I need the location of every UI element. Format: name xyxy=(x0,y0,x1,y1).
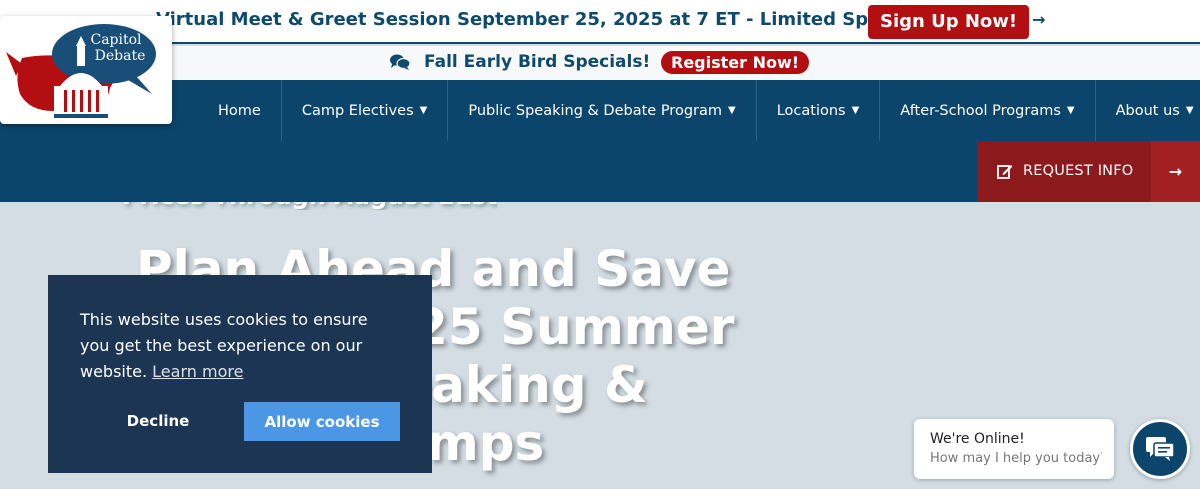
learn-more-link[interactable]: Learn more xyxy=(152,362,243,381)
nav-menu: Home Camp Electives ▼ Public Speaking & … xyxy=(198,80,1200,141)
main-navbar: Home Camp Electives ▼ Public Speaking & … xyxy=(0,80,1200,202)
logo-text-line1: Capitol xyxy=(90,32,142,48)
edit-icon xyxy=(997,165,1013,179)
sign-up-button[interactable]: Sign Up Now! xyxy=(868,5,1030,39)
chat-subtitle: How may I help you today? xyxy=(930,451,1102,466)
nav-item-after-school[interactable]: After-School Programs ▼ xyxy=(880,80,1096,141)
chat-title: We're Online! xyxy=(930,431,1025,447)
nav-item-label: After-School Programs xyxy=(900,102,1061,119)
chevron-down-icon: ▼ xyxy=(1185,105,1194,116)
announcement-text: Virtual Meet & Greet Session September 2… xyxy=(156,9,904,30)
site-logo[interactable]: Capitol Debate xyxy=(0,16,172,124)
nav-item-public-speaking[interactable]: Public Speaking & Debate Program ▼ xyxy=(448,80,757,141)
chevron-down-icon: ▼ xyxy=(728,105,736,116)
allow-cookies-button[interactable]: Allow cookies xyxy=(244,402,400,441)
announcement-bar: Virtual Meet & Greet Session September 2… xyxy=(0,0,1200,44)
chat-icon xyxy=(1146,437,1174,461)
chevron-down-icon: ▼ xyxy=(851,105,860,116)
nav-item-locations[interactable]: Locations ▼ xyxy=(757,80,881,141)
chat-bubbles-icon xyxy=(390,54,410,70)
chat-launcher-button[interactable] xyxy=(1130,419,1190,479)
chat-greeting[interactable]: We're Online! How may I help you today? xyxy=(914,419,1114,479)
nav-item-label: Camp Electives xyxy=(301,102,414,119)
nav-item-label: Locations xyxy=(776,102,846,119)
chevron-down-icon: ▼ xyxy=(419,105,428,116)
nav-item-label: About us xyxy=(1115,102,1180,119)
logo-text-line2: Debate xyxy=(95,48,146,64)
arrow-right-icon[interactable]: → xyxy=(1032,10,1045,29)
nav-item-home[interactable]: Home xyxy=(198,80,282,141)
cookie-message: This website uses cookies to ensure you … xyxy=(80,307,400,385)
nav-item-label: Home xyxy=(218,102,261,119)
nav-item-label: Public Speaking & Debate Program xyxy=(468,102,722,119)
cookie-banner: This website uses cookies to ensure you … xyxy=(48,275,432,473)
register-button[interactable]: Register Now! xyxy=(661,51,810,74)
request-info-button[interactable]: REQUEST INFO → xyxy=(977,141,1200,202)
specials-text: Fall Early Bird Specials! xyxy=(424,52,651,72)
nav-item-camp-electives[interactable]: Camp Electives ▼ xyxy=(282,80,449,141)
decline-button[interactable]: Decline xyxy=(96,401,220,440)
specials-bar: Fall Early Bird Specials! Register Now! xyxy=(0,46,1200,80)
chevron-down-icon: ▼ xyxy=(1066,105,1075,116)
request-info-label: REQUEST INFO xyxy=(1023,163,1134,179)
nav-item-about[interactable]: About us ▼ xyxy=(1096,80,1200,141)
arrow-right-icon[interactable]: → xyxy=(1151,141,1200,202)
capitol-debate-logo: Capitol Debate xyxy=(6,24,156,118)
